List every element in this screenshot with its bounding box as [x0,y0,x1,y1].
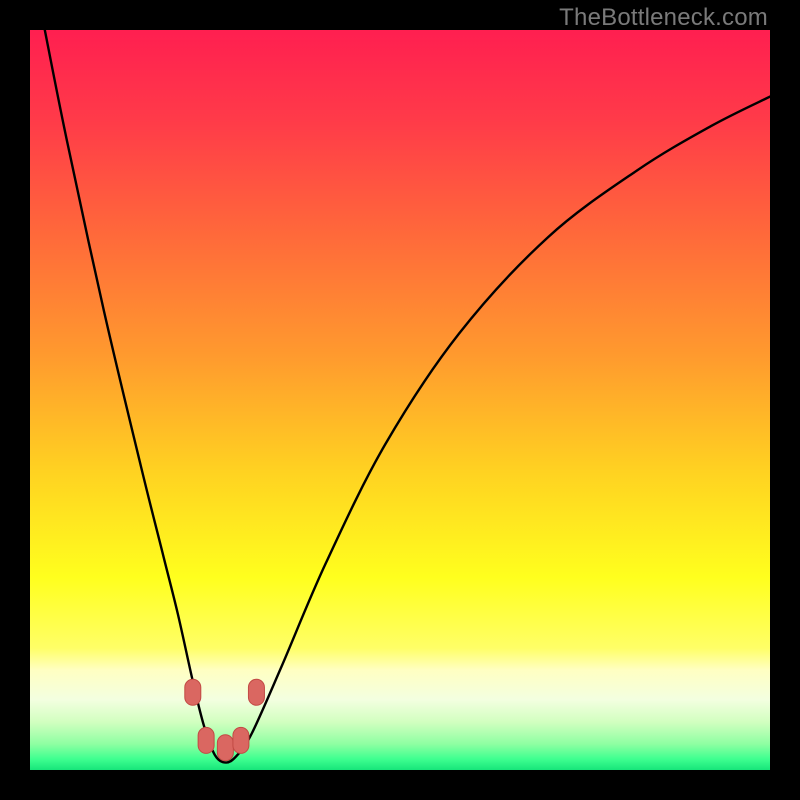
watermark-text: TheBottleneck.com [559,4,768,32]
curve-marker [233,727,249,753]
outer-frame: TheBottleneck.com [0,0,800,800]
curve-markers [185,679,265,761]
curve-marker [217,735,233,761]
bottleneck-curve [45,30,770,763]
curve-marker [248,679,264,705]
curve-layer [30,30,770,770]
plot-area [30,30,770,770]
curve-marker [198,727,214,753]
curve-marker [185,679,201,705]
